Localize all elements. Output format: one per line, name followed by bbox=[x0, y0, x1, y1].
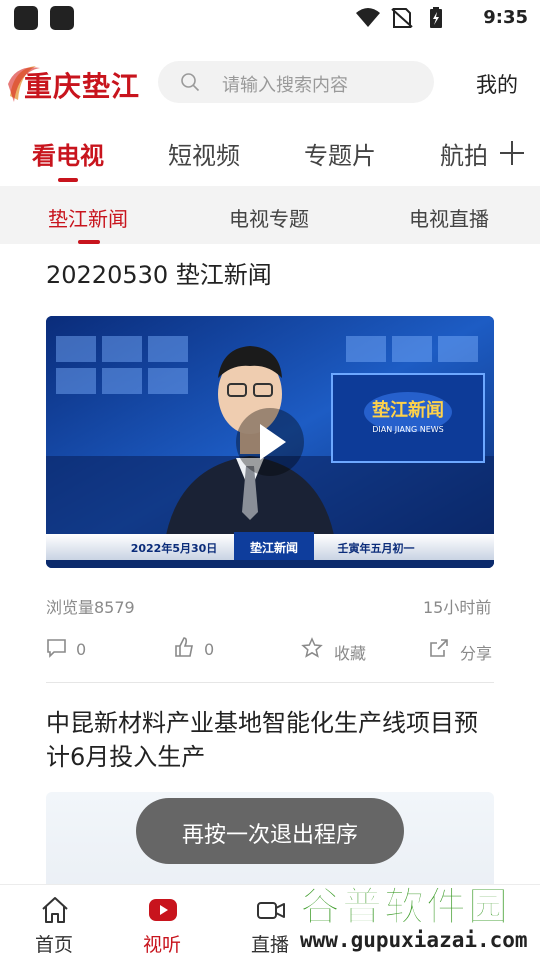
app-logo[interactable]: 重庆垫江 bbox=[6, 62, 146, 108]
status-bar: 9:35 bbox=[0, 0, 540, 36]
sub-tabs: 垫江新闻 电视专题 电视直播 bbox=[0, 186, 540, 244]
camera-icon bbox=[257, 902, 285, 919]
tab-short-video[interactable]: 短视频 bbox=[168, 136, 240, 171]
like-icon[interactable] bbox=[173, 636, 195, 658]
video-brand-text: 垫江新闻 bbox=[372, 399, 444, 421]
search-icon bbox=[181, 73, 200, 92]
search-placeholder: 请输入搜索内容 bbox=[222, 75, 348, 96]
subtab-dianjiang-news[interactable]: 垫江新闻 bbox=[48, 203, 128, 232]
search-input[interactable]: 请输入搜索内容 bbox=[158, 61, 434, 103]
add-channel-icon[interactable] bbox=[497, 138, 527, 168]
view-count: 浏览量8579 bbox=[46, 598, 135, 617]
article-title[interactable]: 20220530 垫江新闻 bbox=[46, 258, 496, 292]
nav-video[interactable]: 视听 bbox=[112, 885, 212, 960]
play-video-icon bbox=[149, 899, 177, 921]
ticker-date: 2022年5月30日 bbox=[131, 541, 218, 555]
share-label[interactable]: 分享 bbox=[460, 640, 492, 664]
system-status-icons bbox=[356, 7, 442, 28]
no-sim-icon bbox=[391, 8, 413, 28]
home-icon bbox=[42, 897, 68, 923]
nav-video-label: 视听 bbox=[142, 934, 181, 956]
watermark-title: 谷普软件园 bbox=[300, 884, 510, 931]
tab-special-feature[interactable]: 专题片 bbox=[304, 136, 376, 171]
notification-icon bbox=[14, 6, 38, 30]
time-ago: 15小时前 bbox=[423, 598, 492, 617]
logo-text: 重庆垫江 bbox=[24, 70, 141, 103]
ticker-lunar-date: 壬寅年五月初一 bbox=[338, 541, 415, 555]
mine-button[interactable]: 我的 bbox=[476, 69, 518, 99]
tab-watch-tv[interactable]: 看电视 bbox=[32, 136, 104, 171]
channel-tabs: 看电视 短视频 专题片 航拍 bbox=[0, 130, 540, 186]
app-header: 重庆垫江 请输入搜索内容 我的 bbox=[0, 36, 540, 126]
exit-toast: 再按一次退出程序 bbox=[136, 798, 404, 864]
toast-text: 再按一次退出程序 bbox=[181, 823, 358, 848]
news-anchor-image: 垫江新闻 DIAN JIANG NEWS 2022年5月30日 垫江新闻 壬寅年… bbox=[46, 316, 494, 568]
subtab-tv-special[interactable]: 电视专题 bbox=[229, 203, 309, 232]
video-brand-subtext: DIAN JIANG NEWS bbox=[372, 425, 443, 434]
ticker-program: 垫江新闻 bbox=[250, 540, 298, 555]
nav-home-label: 首页 bbox=[34, 934, 73, 956]
status-time: 9:35 bbox=[483, 7, 528, 28]
active-tab-indicator bbox=[58, 178, 78, 182]
favorite-star-icon[interactable] bbox=[301, 637, 323, 659]
subtab-tv-live[interactable]: 电视直播 bbox=[409, 203, 489, 232]
comment-count: 0 bbox=[76, 640, 87, 659]
watermark-url: www.gupuxiazai.com bbox=[300, 928, 528, 952]
wifi-icon bbox=[356, 8, 380, 27]
nav-home[interactable]: 首页 bbox=[4, 885, 104, 960]
site-watermark: 谷普软件园 www.gupuxiazai.com bbox=[296, 874, 540, 960]
news-feed[interactable]: 20220530 垫江新闻 垫江新闻 DIAN JIANG NEWS 2022年… bbox=[0, 244, 540, 884]
comment-icon[interactable] bbox=[46, 637, 68, 659]
share-icon[interactable] bbox=[428, 637, 450, 659]
tab-aerial[interactable]: 航拍 bbox=[440, 136, 488, 171]
favorite-label[interactable]: 收藏 bbox=[334, 640, 366, 664]
like-count: 0 bbox=[204, 640, 215, 659]
video-thumbnail[interactable]: 垫江新闻 DIAN JIANG NEWS 2022年5月30日 垫江新闻 壬寅年… bbox=[46, 316, 494, 568]
article-divider bbox=[46, 682, 494, 683]
battery-icon bbox=[430, 7, 442, 28]
article-title[interactable]: 中昆新材料产业基地智能化生产线项目预计6月投入生产 bbox=[46, 706, 496, 774]
notification-icon bbox=[50, 6, 74, 30]
